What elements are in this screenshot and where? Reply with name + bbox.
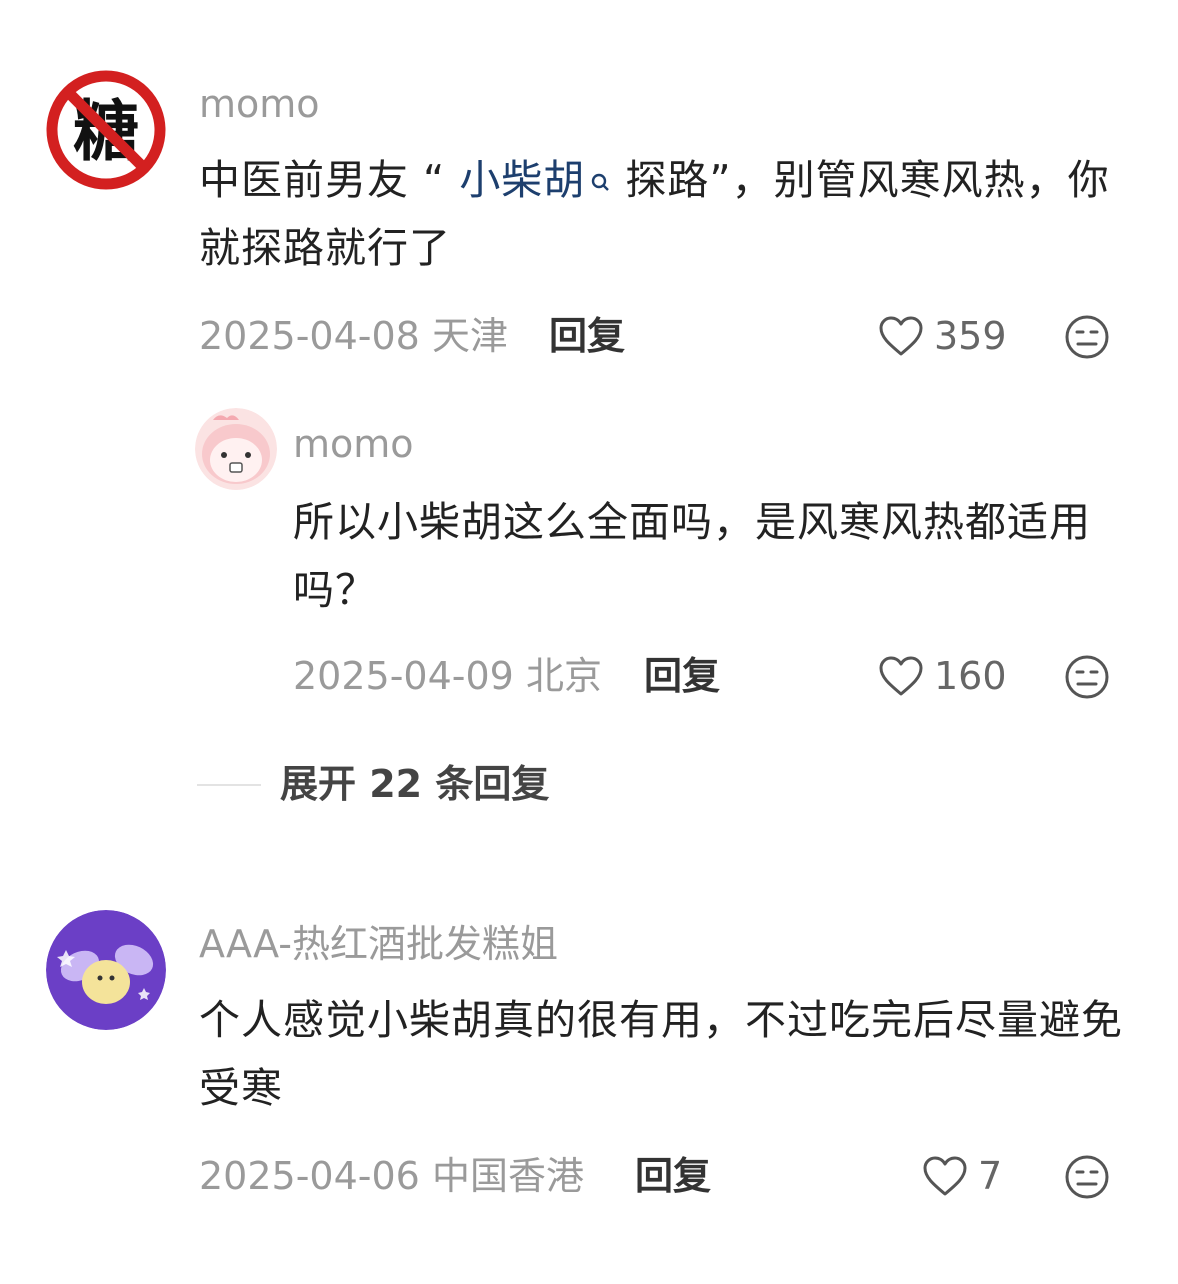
no-sugar-avatar-icon: 糖 [44,68,168,192]
expand-replies-button[interactable]: 展开 22 条回复 [280,762,549,806]
comment-meta: 2025-04-08 天津 [199,314,508,358]
reply-username[interactable]: momo [293,422,414,466]
avatar[interactable] [195,408,277,490]
comment-meta: 2025-04-06 中国香港 [199,1154,584,1198]
like-count: 359 [934,314,1007,358]
neutral-face-icon[interactable] [1064,1154,1110,1204]
pink-character-avatar-icon [195,408,277,490]
like-count: 160 [934,654,1007,698]
comment-username[interactable]: AAA-热红酒批发糕姐 [199,922,558,966]
reply-button[interactable]: 回复 [635,1154,711,1198]
comment-text-before: 中医前男友 “ [199,156,460,204]
heart-outline-icon [879,656,923,696]
comment-date: 2025-04-08 [199,314,420,358]
reply-text: 所以小柴胡这么全面吗，是风寒风热都适用吗？ [293,498,1091,614]
expand-divider [197,784,261,786]
avatar[interactable] [46,910,166,1030]
keyword-link[interactable]: 小柴胡 [459,156,585,204]
comment-location: 中国香港 [431,1154,584,1198]
comment-username[interactable]: momo [199,82,320,126]
comment-text: 个人感觉小柴胡真的很有用，不过吃完后尽量避免受寒 [199,996,1123,1112]
comment-location: 天津 [431,314,508,358]
reply-date: 2025-04-09 [293,654,514,698]
comment-date: 2025-04-06 [199,1154,420,1198]
comment-text: 中医前男友 “ 小柴胡 探路”，别管风寒风热，你就探路就行了 [199,146,1139,282]
neutral-face-icon[interactable] [1064,654,1110,704]
heart-outline-icon [879,316,923,356]
like-count: 7 [978,1154,1003,1198]
like-button[interactable]: 160 [878,654,1007,698]
reply-meta: 2025-04-09 北京 [293,654,602,698]
reply-button[interactable]: 回复 [549,314,625,358]
reply-button[interactable]: 回复 [644,654,720,698]
reply-location: 北京 [525,654,602,698]
like-button[interactable]: 359 [878,314,1007,358]
purple-cartoon-avatar-icon [46,910,166,1030]
heart-outline-icon [923,1156,967,1196]
like-button[interactable]: 7 [922,1154,1002,1198]
neutral-face-icon[interactable] [1064,314,1110,364]
avatar[interactable]: 糖 [44,68,168,192]
search-icon[interactable] [589,146,611,214]
